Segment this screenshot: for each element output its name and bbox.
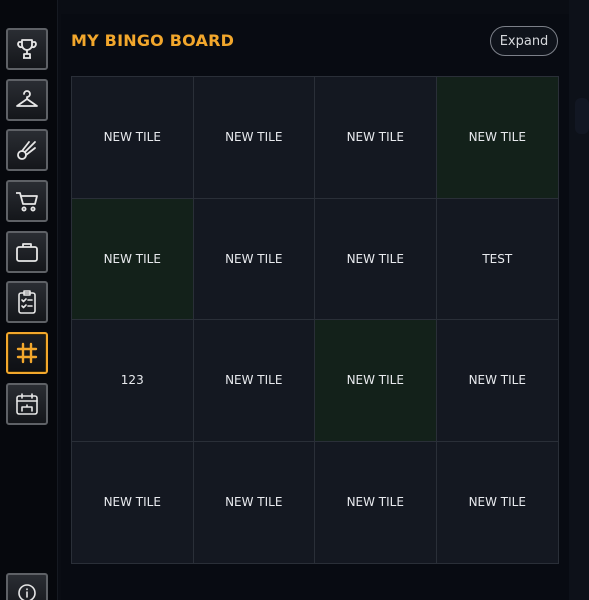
bingo-tile[interactable]: NEW TILE: [436, 441, 558, 563]
bingo-tile[interactable]: NEW TILE: [72, 77, 194, 199]
bingo-grid: NEW TILE NEW TILE NEW TILE NEW TILE NEW TILE…: [71, 76, 559, 564]
hanger-icon: [16, 90, 38, 107]
expand-button[interactable]: Expand: [490, 26, 558, 56]
sidebar-item-inventory[interactable]: [6, 231, 48, 273]
background-edge: [569, 0, 589, 600]
calendar-cake-icon: [16, 393, 38, 415]
bingo-tile[interactable]: NEW TILE: [436, 320, 558, 442]
trophy-icon: [17, 39, 37, 59]
clipboard-checklist-icon: [18, 290, 36, 314]
bingo-tile[interactable]: NEW TILE: [193, 441, 315, 563]
bingo-tile[interactable]: NEW TILE: [193, 198, 315, 320]
sidebar-item-tasks[interactable]: [6, 281, 48, 323]
bingo-tile[interactable]: TEST: [436, 198, 558, 320]
bingo-tile[interactable]: NEW TILE: [315, 441, 437, 563]
shopping-cart-icon: [16, 192, 38, 212]
comet-icon: [17, 141, 36, 160]
sidebar-item-events[interactable]: [6, 383, 48, 425]
bingo-tile[interactable]: NEW TILE: [72, 198, 194, 320]
info-icon: [18, 584, 36, 600]
bingo-tile[interactable]: NEW TILE: [72, 441, 194, 563]
sidebar: [0, 0, 58, 600]
sidebar-item-bingo[interactable]: [6, 332, 48, 374]
hashtag-icon: [16, 342, 38, 364]
sidebar-item-achievements[interactable]: [6, 28, 48, 70]
bingo-tile[interactable]: NEW TILE: [436, 77, 558, 199]
bingo-tile[interactable]: NEW TILE: [315, 320, 437, 442]
bingo-tile[interactable]: NEW TILE: [315, 77, 437, 199]
info-button[interactable]: [6, 573, 48, 600]
bingo-tile[interactable]: 123: [72, 320, 194, 442]
briefcase-icon: [16, 243, 38, 262]
background-shape: [575, 98, 589, 134]
bingo-tile[interactable]: NEW TILE: [193, 320, 315, 442]
sidebar-item-shop[interactable]: [6, 180, 48, 222]
bingo-tile[interactable]: NEW TILE: [193, 77, 315, 199]
sidebar-item-effects[interactable]: [6, 129, 48, 171]
page-title: MY BINGO BOARD: [71, 31, 235, 50]
sidebar-item-wardrobe[interactable]: [6, 79, 48, 121]
bingo-tile[interactable]: NEW TILE: [315, 198, 437, 320]
